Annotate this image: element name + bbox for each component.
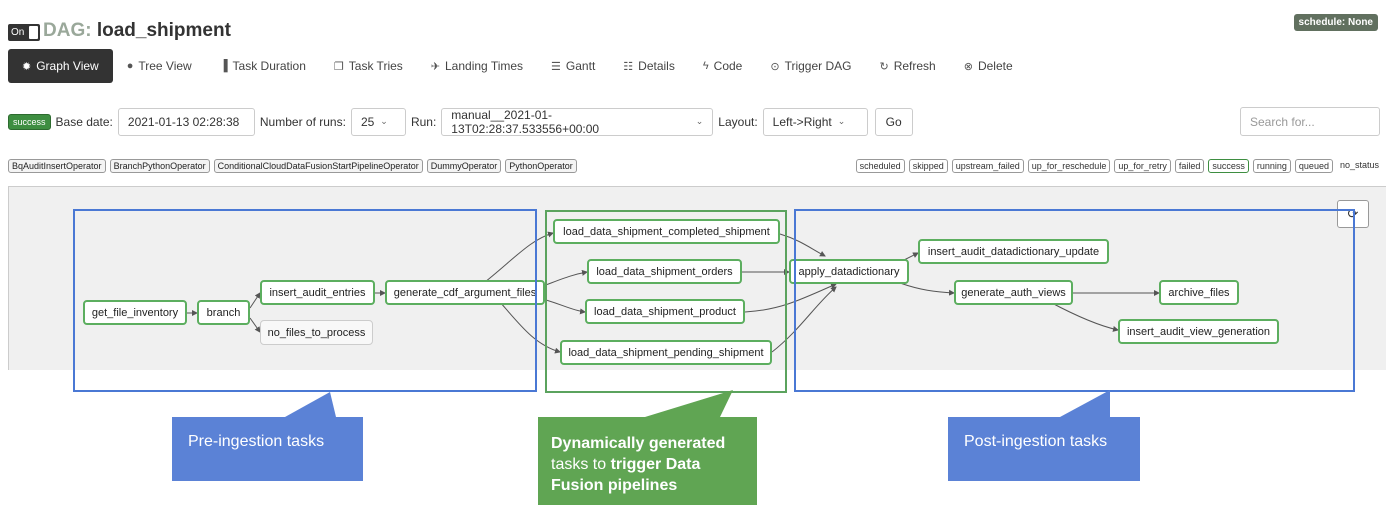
callout-pointer (1060, 390, 1110, 417)
callout-text: Pre-ingestion tasks (188, 433, 325, 450)
pre-ingestion-callout: Pre-ingestion tasks (172, 417, 363, 481)
callout-bold: Dynamically generated (551, 435, 726, 452)
callout-pointer (285, 392, 336, 417)
callout-plain: tasks to (551, 456, 611, 473)
post-ingestion-callout: Post-ingestion tasks (948, 417, 1140, 481)
callout-pointer (645, 390, 733, 417)
callout-bold: trigger Data (610, 456, 701, 473)
callout-bold: Fusion pipelines (551, 477, 678, 494)
callout-text: Dynamically generated tasks to trigger D… (551, 433, 751, 496)
dynamic-tasks-callout: Dynamically generated tasks to trigger D… (538, 417, 757, 505)
callout-text: Post-ingestion tasks (964, 433, 1108, 450)
